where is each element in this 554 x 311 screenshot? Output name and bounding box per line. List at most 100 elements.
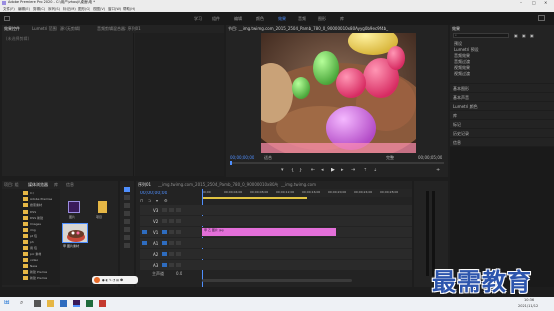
fit-dropdown[interactable]: 适合 xyxy=(264,155,272,160)
image-clip-thumbnail[interactable] xyxy=(62,223,88,243)
ripple-edit-tool-icon[interactable] xyxy=(124,203,130,208)
folder-item[interactable]: Adobe Premise xyxy=(30,197,52,202)
tab-effect-controls[interactable]: 效果控件 xyxy=(4,26,20,31)
program-video-frame[interactable] xyxy=(261,33,416,153)
folder-item[interactable]: Images xyxy=(30,222,41,227)
track-sync-icon[interactable] xyxy=(169,230,174,234)
effects-folder-audio-transitions[interactable]: 音频过渡 xyxy=(454,59,470,64)
tab-project[interactable]: 项目: 组 xyxy=(4,182,19,187)
snap-icon[interactable]: ⊓ xyxy=(140,198,143,203)
menu-marker[interactable]: 标记(M) xyxy=(63,7,76,12)
add-marker-icon[interactable]: ▾ xyxy=(281,168,284,173)
timeline-settings-icon[interactable]: ⚙ xyxy=(164,198,168,203)
playhead-marker[interactable] xyxy=(230,161,232,165)
app2-taskbar-icon[interactable] xyxy=(99,300,106,307)
app-bubble-icon[interactable] xyxy=(94,277,100,283)
effects-search-input[interactable] xyxy=(453,33,509,38)
tab-sequence01[interactable]: 序列01 xyxy=(138,182,151,187)
effects-folder-video-transitions[interactable]: 视频过渡 xyxy=(454,71,470,76)
track-mic-icon[interactable] xyxy=(176,241,181,245)
pen-tool-icon[interactable] xyxy=(124,227,130,232)
folder-item[interactable]: pic 素材 xyxy=(30,252,41,257)
minimize-icon[interactable]: – xyxy=(520,0,522,5)
app-taskbar-icon[interactable] xyxy=(86,300,93,307)
workspace-effects[interactable]: 效果 xyxy=(278,16,286,21)
folder-item[interactable]: video xyxy=(30,258,38,263)
effects-folder-video-effects[interactable]: 视频效果 xyxy=(454,65,470,70)
premiere-project-icon[interactable] xyxy=(68,201,80,213)
quality-dropdown[interactable]: 完整 xyxy=(386,155,394,160)
play-icon[interactable]: ▶ xyxy=(331,168,335,173)
folder-item[interactable]: pt 包 xyxy=(30,234,37,239)
source-patch-a1[interactable] xyxy=(142,241,147,245)
timeline-scrollbar[interactable] xyxy=(202,279,352,282)
folder-thumb-icon[interactable] xyxy=(98,201,107,213)
tab-sequence-3[interactable]: __img.twimg.com xyxy=(281,182,316,187)
panel-essential-graphics[interactable]: 基本图形 xyxy=(450,84,554,92)
tab-libraries[interactable]: 库 xyxy=(54,182,58,187)
menu-clip[interactable]: 剪辑(C) xyxy=(33,7,45,12)
search-taskbar-icon[interactable]: ⌕ xyxy=(20,300,23,305)
workspace-audio[interactable]: 音频 xyxy=(298,16,306,21)
browser-icon[interactable] xyxy=(60,300,67,307)
menu-view[interactable]: 视图(V) xyxy=(93,7,105,12)
tab-info[interactable]: 信息 xyxy=(66,182,74,187)
timeline-timecode[interactable]: 00;00;00;00 xyxy=(140,191,167,196)
image-clip-on-timeline[interactable]: 甲 乙 图片 jpg xyxy=(202,228,336,236)
effects-folder-audio-effects[interactable]: 音频效果 xyxy=(454,53,470,58)
windows-start-icon[interactable]: ⊞ xyxy=(4,300,10,305)
lift-icon[interactable]: ⇡ xyxy=(363,168,367,173)
track-eye-icon[interactable] xyxy=(176,230,181,234)
32bit-effects-icon[interactable]: ▣ xyxy=(522,33,526,38)
workspace-graphics[interactable]: 图形 xyxy=(318,16,326,21)
panel-history[interactable]: 历史记录 xyxy=(450,129,554,137)
razor-tool-icon[interactable] xyxy=(124,211,130,216)
home-icon[interactable] xyxy=(4,16,10,21)
tab-sequence-2[interactable]: __img.twimg.com_2015_2504_Pamb_780_0_900… xyxy=(158,182,278,187)
track-select-tool-icon[interactable] xyxy=(124,195,130,200)
menu-file[interactable]: 文件(F) xyxy=(3,7,15,12)
folder-item[interactable]: DSS xyxy=(30,210,36,215)
premiere-taskbar-icon[interactable] xyxy=(73,300,80,307)
mark-out-icon[interactable]: } xyxy=(299,168,302,173)
folder-item[interactable]: Ness xyxy=(30,264,37,269)
go-to-in-icon[interactable]: ⇤ xyxy=(311,168,315,173)
yuv-effects-icon[interactable]: ▣ xyxy=(530,33,534,38)
workspace-color[interactable]: 颜色 xyxy=(256,16,264,21)
type-tool-icon[interactable] xyxy=(124,243,130,248)
panel-markers[interactable]: 标记 xyxy=(450,120,554,128)
add-button-icon[interactable]: + xyxy=(436,168,440,173)
track-mic-icon[interactable] xyxy=(176,263,181,267)
master-volume-value[interactable]: 0.0 xyxy=(176,271,182,276)
menu-window[interactable]: 窗口(W) xyxy=(108,7,121,12)
floating-toolbar[interactable]: ● ◐ ✎ ◔ ▤ ☻ xyxy=(92,276,138,284)
menu-edit[interactable]: 编辑(E) xyxy=(18,7,30,12)
panel-libraries[interactable]: 库 xyxy=(450,111,554,119)
menu-sequence[interactable]: 序列(S) xyxy=(48,7,60,12)
track-sync-icon[interactable] xyxy=(169,208,174,212)
effects-folder-lumetri-presets[interactable]: Lumetri 预设 xyxy=(454,47,479,52)
track-solo-icon[interactable] xyxy=(169,252,174,256)
maximize-icon[interactable]: □ xyxy=(532,0,536,5)
folder-item[interactable]: DSS 新建 xyxy=(30,216,43,221)
go-to-out-icon[interactable]: ⇥ xyxy=(351,168,355,173)
track-solo-icon[interactable] xyxy=(169,241,174,245)
add-marker-timeline-icon[interactable]: ▾ xyxy=(156,198,158,203)
search-icon[interactable] xyxy=(538,15,545,21)
folder-item[interactable]: ph xyxy=(30,240,34,245)
folder-item[interactable]: 新建 Premie xyxy=(30,270,47,275)
track-mute-icon[interactable] xyxy=(162,263,167,267)
accelerated-effects-icon[interactable]: ▣ xyxy=(514,33,518,38)
tab-media-browser[interactable]: 媒体浏览器 xyxy=(28,182,48,187)
menu-help[interactable]: 帮助(H) xyxy=(123,7,135,12)
extract-icon[interactable]: ⇣ xyxy=(373,168,377,173)
folder-item[interactable]: 搜索素材 xyxy=(30,203,42,208)
step-back-icon[interactable]: ◂ xyxy=(321,168,324,173)
source-patch-v1[interactable] xyxy=(142,230,147,234)
track-mute-icon[interactable] xyxy=(162,241,167,245)
selection-tool-icon[interactable] xyxy=(124,187,130,192)
panel-info[interactable]: 信息 xyxy=(450,138,554,146)
workspace-libraries[interactable]: 库 xyxy=(340,16,344,21)
track-lock-icon[interactable] xyxy=(162,208,167,212)
slip-tool-icon[interactable] xyxy=(124,219,130,224)
